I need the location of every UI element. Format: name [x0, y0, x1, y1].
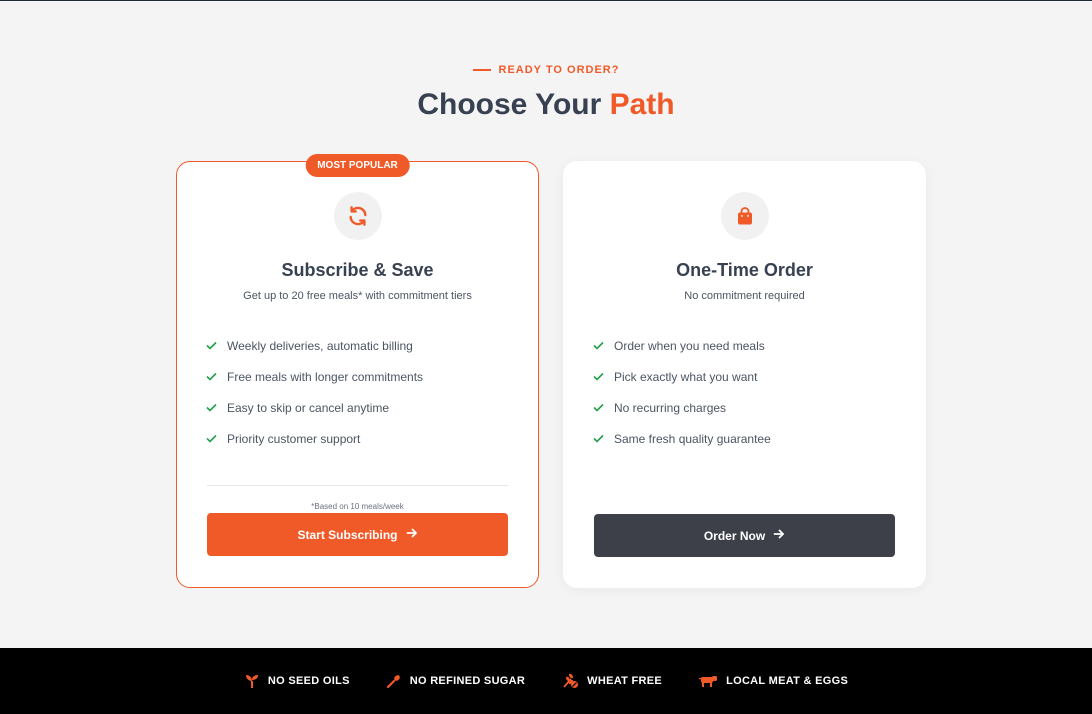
list-item: Pick exactly what you want: [593, 361, 771, 392]
start-subscribing-button[interactable]: Start Subscribing: [207, 513, 508, 556]
top-divider: [0, 0, 1092, 1]
arrow-right-icon: [406, 527, 418, 542]
onetime-subtitle: No commitment required: [684, 290, 805, 302]
cow-icon: [698, 674, 718, 688]
footer-label: NO SEED OILS: [267, 675, 350, 687]
card-divider: [207, 485, 508, 486]
title-main: Choose Your: [417, 88, 610, 121]
list-item: Free meals with longer commitments: [206, 361, 423, 392]
onetime-card: One-Time Order No commitment required Or…: [563, 161, 926, 588]
feature-label: Same fresh quality guarantee: [614, 431, 771, 446]
subscribe-feature-list: Weekly deliveries, automatic billing Fre…: [206, 330, 423, 454]
footer-item-no-seed-oils: NO SEED OILS: [244, 673, 350, 689]
button-label: Start Subscribing: [297, 527, 398, 542]
check-icon: [593, 434, 604, 443]
check-icon: [206, 434, 217, 443]
feature-label: Easy to skip or cancel anytime: [227, 400, 390, 415]
candy-icon: [386, 673, 402, 689]
footer-label: LOCAL MEAT & EGGS: [726, 675, 849, 687]
feature-label: Pick exactly what you want: [614, 369, 758, 384]
onetime-title: One-Time Order: [676, 260, 813, 280]
wheat-off-icon: [561, 673, 579, 689]
feature-label: Priority customer support: [227, 431, 361, 446]
check-icon: [206, 372, 217, 381]
check-icon: [593, 372, 604, 381]
list-item: Priority customer support: [206, 423, 423, 454]
feature-label: Free meals with longer commitments: [227, 369, 424, 384]
list-item: Easy to skip or cancel anytime: [206, 392, 423, 423]
feature-label: No recurring charges: [614, 400, 727, 415]
feature-label: Order when you need meals: [614, 338, 765, 353]
check-icon: [593, 341, 604, 350]
list-item: Order when you need meals: [593, 330, 771, 361]
section-eyebrow: READY TO ORDER?: [0, 64, 1092, 76]
footer-label: NO REFINED SUGAR: [409, 675, 526, 687]
subscribe-subtitle: Get up to 20 free meals* with commitment…: [243, 290, 472, 302]
arrow-right-icon: [773, 528, 785, 543]
sprout-icon: [244, 673, 260, 689]
pricing-footnote: *Based on 10 meals/week: [311, 502, 404, 511]
list-item: Weekly deliveries, automatic billing: [206, 330, 423, 361]
section-title: Choose Your Path: [0, 88, 1092, 122]
subscribe-card: MOST POPULAR Subscribe & Save Get up to …: [176, 154, 539, 588]
check-icon: [206, 341, 217, 350]
most-popular-badge: MOST POPULAR: [305, 154, 410, 177]
check-icon: [206, 403, 217, 412]
eyebrow-text: READY TO ORDER?: [498, 64, 620, 76]
eyebrow-dash: [472, 69, 491, 71]
footer-item-no-refined-sugar: NO REFINED SUGAR: [386, 673, 525, 689]
subscribe-title: Subscribe & Save: [281, 260, 434, 280]
onetime-feature-list: Order when you need meals Pick exactly w…: [593, 330, 771, 454]
list-item: No recurring charges: [593, 392, 771, 423]
order-now-button[interactable]: Order Now: [594, 514, 895, 557]
title-accent: Path: [609, 88, 675, 121]
footer-item-wheat-free: WHEAT FREE: [561, 673, 662, 689]
list-item: Same fresh quality guarantee: [593, 423, 771, 454]
footer-item-local-meat-eggs: LOCAL MEAT & EGGS: [698, 674, 848, 688]
footer-label: WHEAT FREE: [587, 675, 663, 687]
refresh-icon: [333, 192, 382, 240]
feature-label: Weekly deliveries, automatic billing: [227, 338, 413, 353]
check-icon: [593, 403, 604, 412]
shopping-bag-icon: [720, 192, 769, 240]
features-footer-bar: NO SEED OILS NO REFINED SUGAR WHEAT FREE…: [0, 648, 1092, 714]
button-label: Order Now: [703, 528, 766, 543]
